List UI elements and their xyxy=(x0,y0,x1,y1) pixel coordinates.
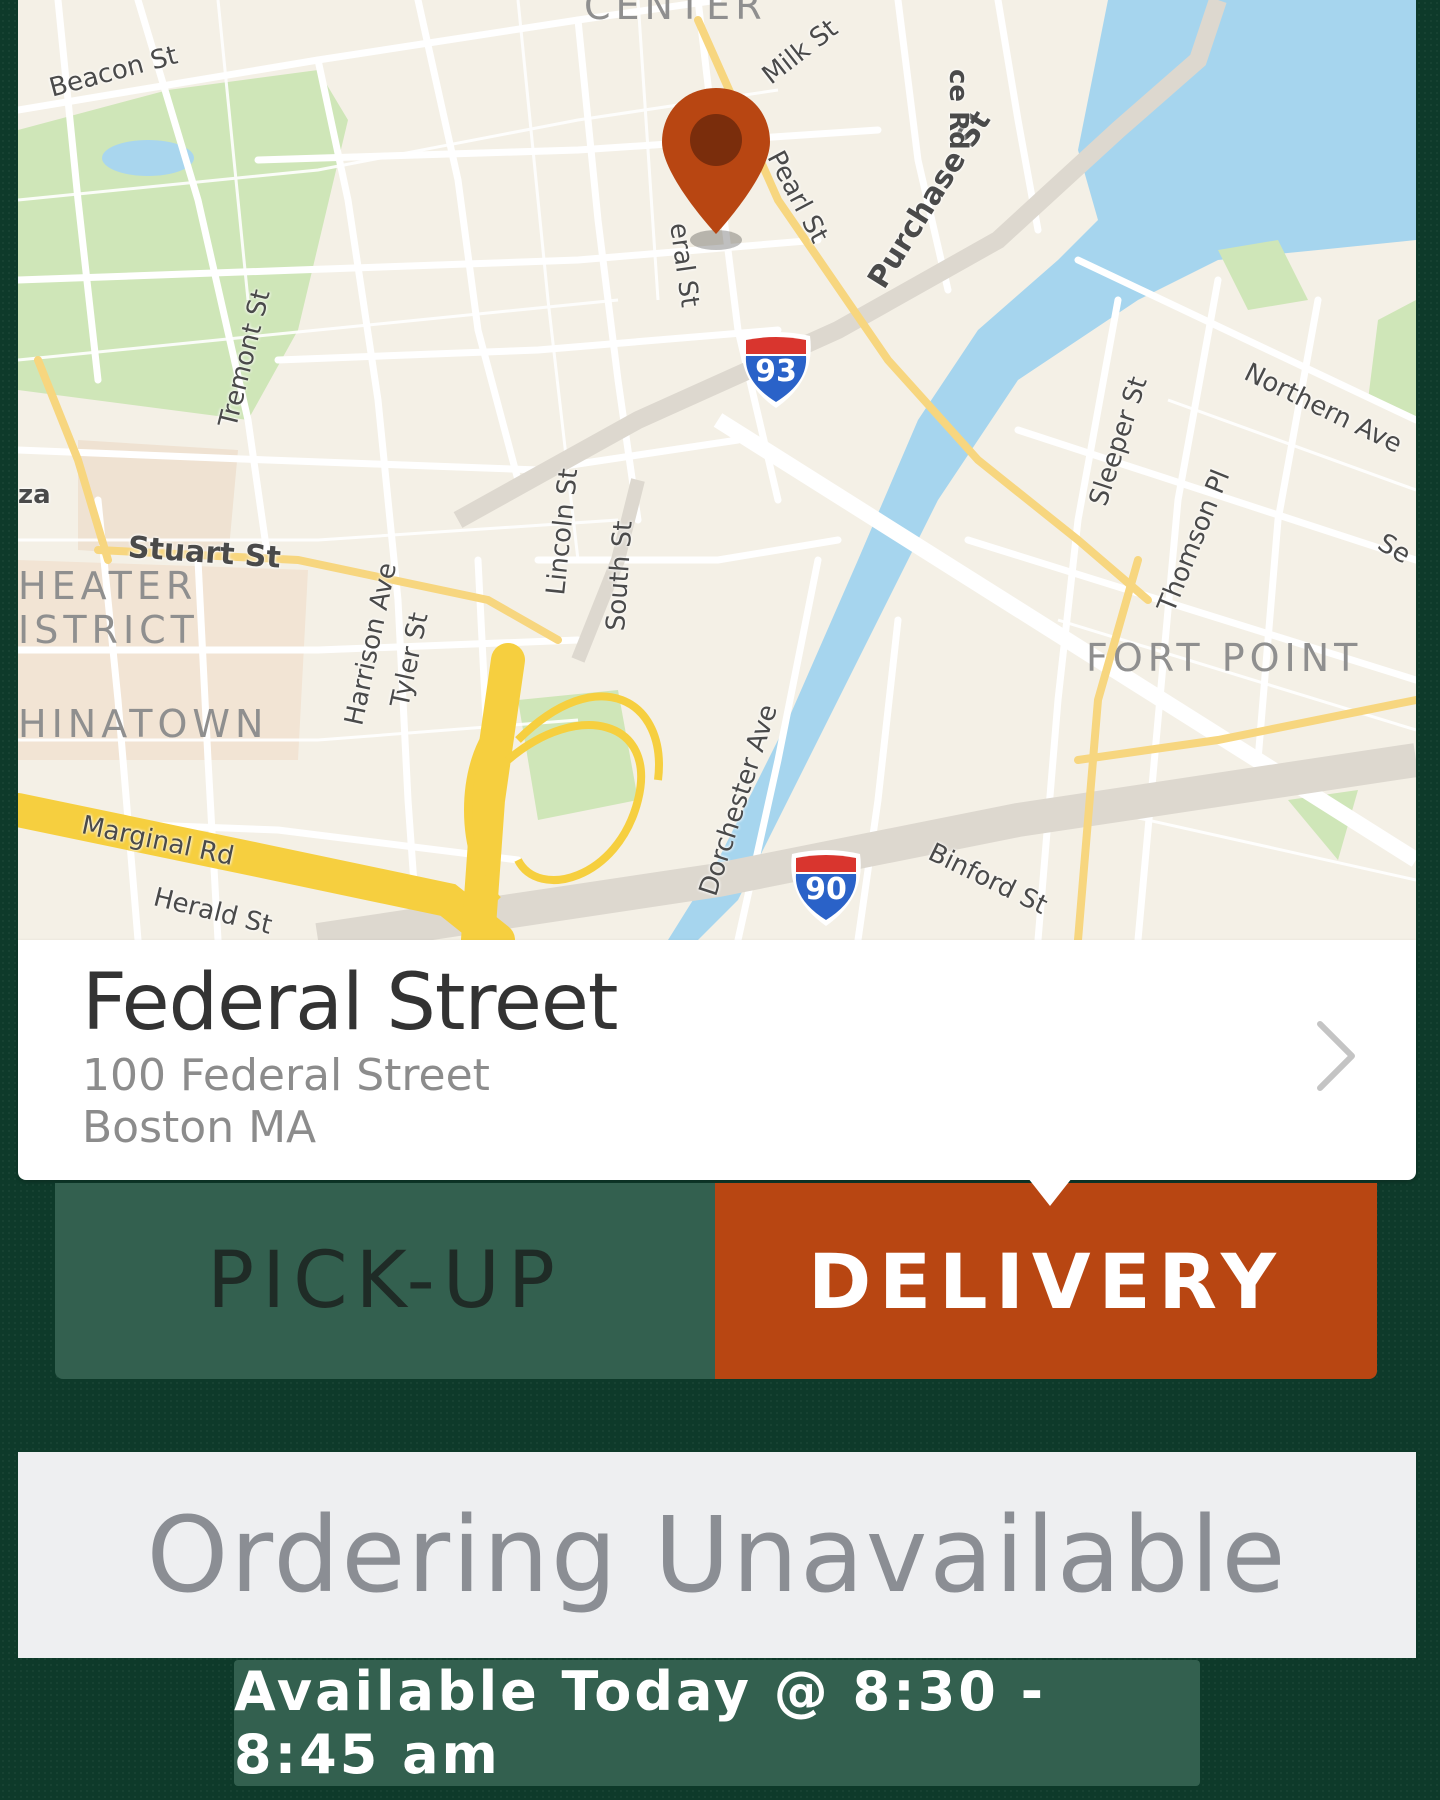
location-address-line2: Boston MA xyxy=(82,1102,317,1153)
district-chinatown: HINATOWN xyxy=(18,702,269,746)
interstate-90-shield-icon: 90 xyxy=(786,848,866,928)
interstate-93-label: 93 xyxy=(755,354,797,389)
district-theater-2: ISTRICT xyxy=(18,608,199,652)
map-label-plaza: za xyxy=(18,480,51,510)
location-address-line1: 100 Federal Street xyxy=(82,1050,490,1101)
map-label-ce-rd: ce Rd xyxy=(943,69,973,150)
selected-mode-caret xyxy=(1028,1178,1072,1206)
chevron-right-icon[interactable] xyxy=(1314,1018,1358,1094)
ordering-status-button[interactable]: Ordering Unavailable xyxy=(18,1452,1416,1658)
district-center: CENTER xyxy=(584,0,767,28)
location-pin-icon[interactable] xyxy=(658,84,774,254)
district-fort-point: FORT POINT xyxy=(1086,636,1363,680)
interstate-90-label: 90 xyxy=(805,872,847,907)
delivery-toggle-button[interactable]: DELIVERY xyxy=(715,1183,1377,1379)
availability-banner: Available Today @ 8:30 - 8:45 am xyxy=(234,1660,1200,1786)
location-name: Federal Street xyxy=(82,958,618,1048)
district-theater-1: HEATER xyxy=(18,564,198,608)
interstate-93-shield-icon: 93 xyxy=(736,330,816,410)
map-view[interactable]: Beacon St Milk St Pearl St Purchase St e… xyxy=(18,0,1416,940)
location-card[interactable]: Federal Street 100 Federal Street Boston… xyxy=(18,940,1416,1180)
pickup-toggle-button[interactable]: PICK-UP xyxy=(55,1183,715,1379)
